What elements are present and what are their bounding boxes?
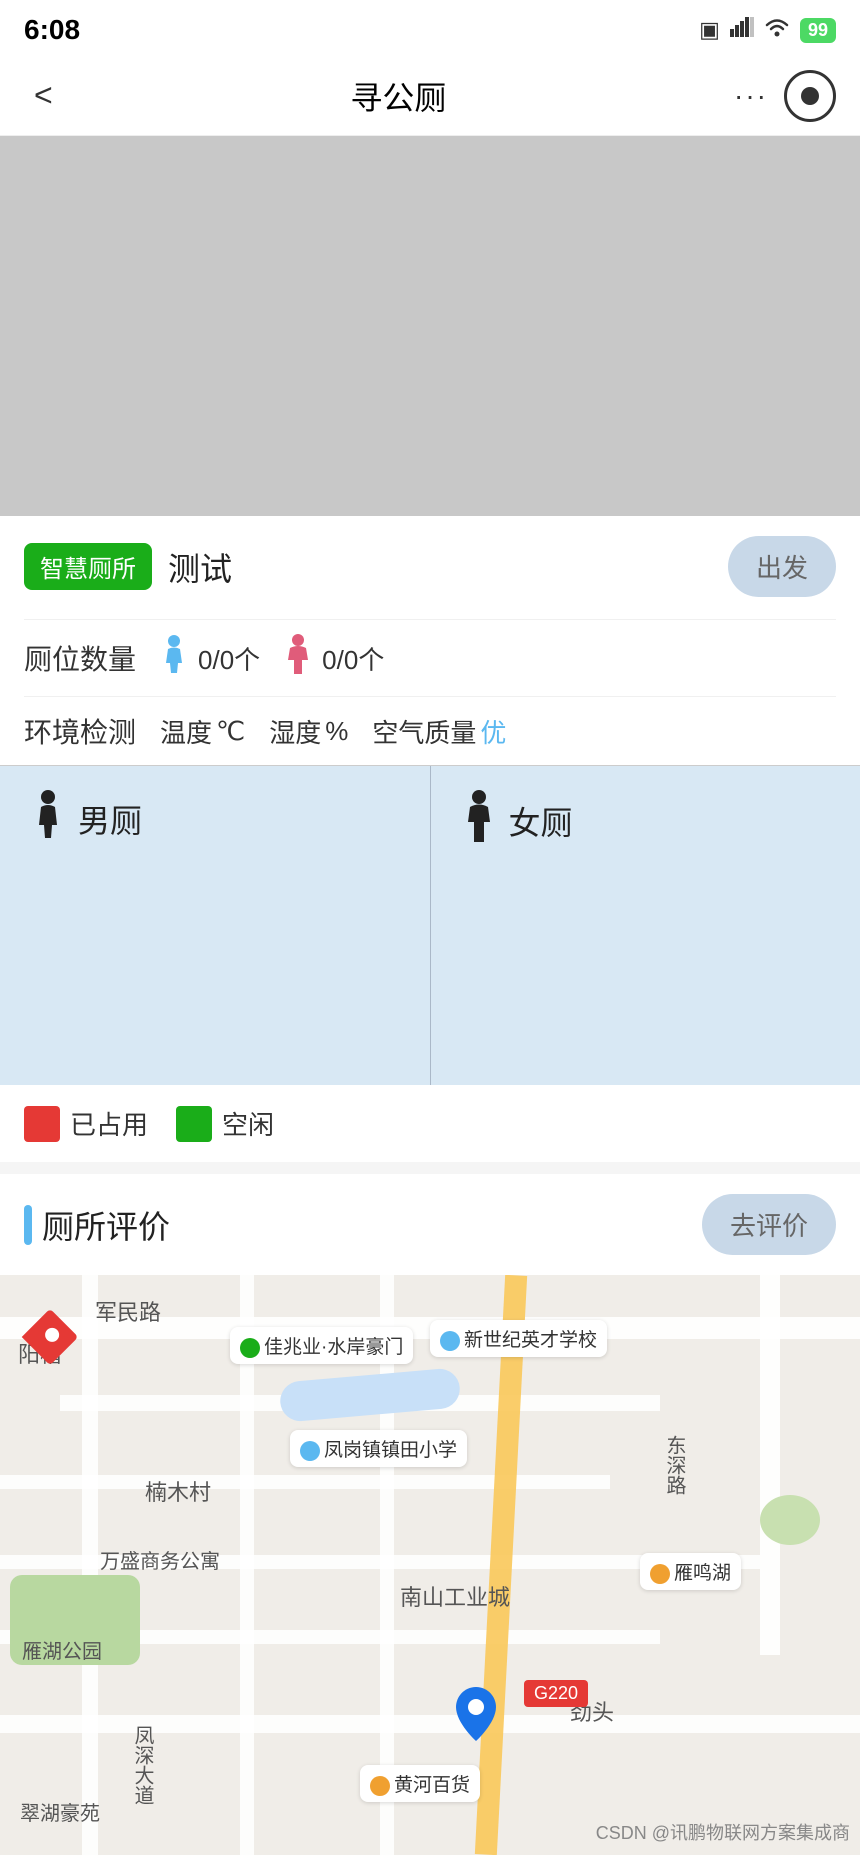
temp-label: 温度 bbox=[160, 713, 212, 750]
top-nav: < 寻公厕 ··· bbox=[0, 56, 860, 136]
map-label-dongshen: 东深路 bbox=[660, 1435, 689, 1495]
stall-label: 厕位数量 bbox=[24, 638, 136, 678]
female-toilet-label: 女厕 bbox=[509, 798, 573, 844]
male-stall-group: 0/0个 bbox=[160, 635, 260, 681]
back-button[interactable]: < bbox=[24, 67, 63, 124]
river-area bbox=[279, 1367, 462, 1423]
temp-item: 温度 ℃ bbox=[160, 713, 245, 750]
humid-item: 湿度 % bbox=[269, 713, 348, 750]
review-accent-bar bbox=[24, 1205, 32, 1245]
male-person-icon bbox=[160, 635, 188, 681]
status-time: 6:08 bbox=[24, 14, 80, 46]
road-v1 bbox=[82, 1275, 98, 1855]
map-background: 阳槽 军民路 楠木村 万盛商务公寓 雁湖公园 凤深大道 翠湖豪苑 南山工业城 劲… bbox=[0, 1275, 860, 1855]
status-bar: 6:08 ▣ 99 bbox=[0, 0, 860, 56]
map-watermark: CSDN @讯鹏物联网方案集成商 bbox=[596, 1819, 850, 1845]
page-title: 寻公厕 bbox=[350, 73, 446, 119]
status-icons: ▣ 99 bbox=[699, 17, 836, 43]
more-options-button[interactable]: ··· bbox=[734, 80, 768, 112]
wifi-icon bbox=[764, 17, 790, 43]
title-row: 智慧厕所 测试 出发 bbox=[24, 536, 836, 601]
free-color-box bbox=[176, 1106, 212, 1142]
road-g220-badge: G220 bbox=[524, 1680, 588, 1707]
road-east bbox=[760, 1275, 780, 1655]
male-toilet-label: 男厕 bbox=[78, 796, 142, 842]
scan-icon bbox=[801, 87, 819, 105]
poi-yellow-river: 黄河百货 bbox=[360, 1765, 480, 1802]
humid-label: 湿度 bbox=[269, 713, 321, 750]
map-label-yanhu: 雁湖公园 bbox=[22, 1635, 102, 1664]
review-section: 厕所评价 去评价 bbox=[0, 1174, 860, 1275]
poi-yanming: 雁鸣湖 bbox=[640, 1553, 741, 1590]
toilet-name: 测试 bbox=[168, 544, 232, 590]
review-title: 厕所评价 bbox=[42, 1202, 170, 1248]
male-toilet-icon bbox=[32, 790, 64, 847]
map-label-nanshan: 南山工业城 bbox=[400, 1580, 510, 1612]
female-person-icon bbox=[284, 634, 312, 682]
temp-unit: ℃ bbox=[216, 716, 245, 747]
map-label-fengshenda: 凤深大道 bbox=[128, 1725, 157, 1805]
current-location-pin bbox=[30, 1317, 70, 1357]
env-row: 环境检测 温度 ℃ 湿度 % 空气质量 优 bbox=[24, 696, 836, 765]
occupied-legend: 已占用 bbox=[24, 1105, 148, 1142]
free-label: 空闲 bbox=[222, 1105, 274, 1142]
female-stall-count: 0/0个 bbox=[322, 640, 384, 677]
air-label: 空气质量 bbox=[372, 713, 476, 750]
depart-button[interactable]: 出发 bbox=[728, 536, 836, 597]
poi-jiazhaove: 佳兆业·水岸豪门 bbox=[230, 1327, 413, 1364]
occupied-label: 已占用 bbox=[70, 1105, 148, 1142]
air-item: 空气质量 优 bbox=[372, 713, 506, 750]
female-toilet-half: 女厕 bbox=[431, 766, 860, 1085]
poi-school: 新世纪英才学校 bbox=[430, 1320, 607, 1357]
toilet-location-pin bbox=[454, 1685, 498, 1748]
map-label-nanmu: 楠木村 bbox=[145, 1475, 211, 1507]
nav-actions: ··· bbox=[734, 70, 836, 122]
male-toilet-half: 男厕 bbox=[0, 766, 431, 1085]
title-left: 智慧厕所 测试 bbox=[24, 543, 232, 590]
message-icon: ▣ bbox=[699, 17, 720, 43]
male-toilet-header: 男厕 bbox=[32, 790, 142, 847]
map-label-wansheng: 万盛商务公寓 bbox=[100, 1545, 220, 1574]
scan-button[interactable] bbox=[784, 70, 836, 122]
free-legend: 空闲 bbox=[176, 1105, 274, 1142]
info-card: 智慧厕所 测试 出发 厕位数量 0/0个 0/0个 bbox=[0, 516, 860, 765]
poi-primary-school: 凤岗镇镇田小学 bbox=[290, 1430, 467, 1467]
occupied-color-box bbox=[24, 1106, 60, 1142]
env-label: 环境检测 bbox=[24, 711, 136, 751]
smart-toilet-badge: 智慧厕所 bbox=[24, 543, 152, 590]
female-toilet-header: 女厕 bbox=[463, 790, 573, 851]
female-toilet-icon bbox=[463, 790, 495, 851]
stall-row: 厕位数量 0/0个 0/0个 bbox=[24, 619, 836, 696]
green-area-2 bbox=[760, 1495, 820, 1545]
battery-level: 99 bbox=[800, 18, 836, 43]
female-stall-group: 0/0个 bbox=[284, 634, 384, 682]
legend-row: 已占用 空闲 bbox=[0, 1085, 860, 1162]
signal-icon bbox=[730, 17, 754, 43]
bottom-map[interactable]: 阳槽 军民路 楠木村 万盛商务公寓 雁湖公园 凤深大道 翠湖豪苑 南山工业城 劲… bbox=[0, 1275, 860, 1855]
map-label-junmin: 军民路 bbox=[95, 1295, 161, 1327]
top-map-area bbox=[0, 136, 860, 516]
air-value: 优 bbox=[480, 713, 506, 750]
review-title-wrap: 厕所评价 bbox=[24, 1202, 170, 1248]
male-stall-count: 0/0个 bbox=[198, 640, 260, 677]
go-review-button[interactable]: 去评价 bbox=[702, 1194, 836, 1255]
toilet-section: 男厕 女厕 bbox=[0, 765, 860, 1085]
humid-unit: % bbox=[325, 716, 348, 747]
map-label-cuihu: 翠湖豪苑 bbox=[20, 1797, 100, 1826]
